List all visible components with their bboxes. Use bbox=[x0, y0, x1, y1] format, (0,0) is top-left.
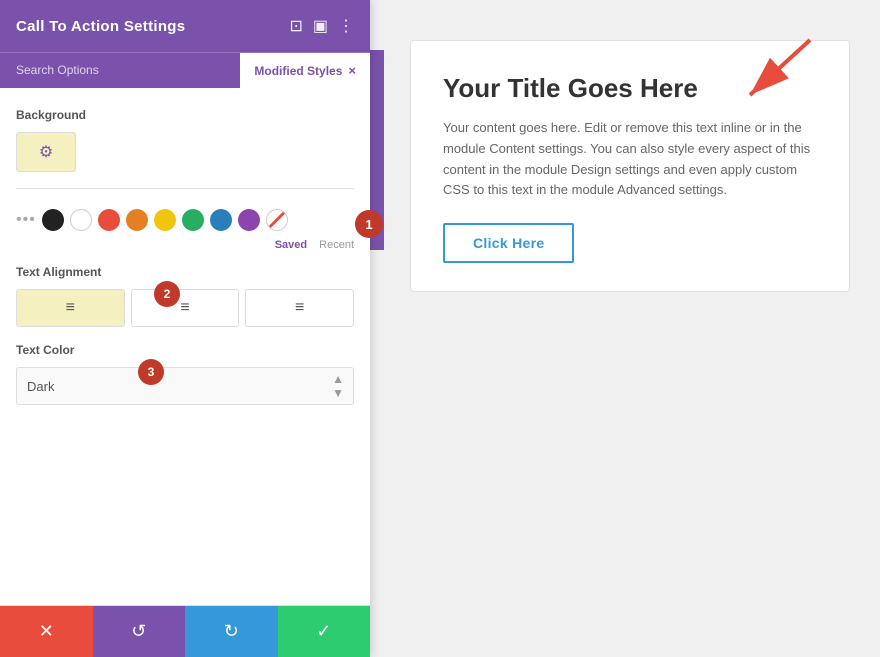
undo-button[interactable]: ↺ bbox=[93, 606, 186, 657]
color-swatch-blue[interactable] bbox=[210, 209, 232, 231]
recent-label[interactable]: Recent bbox=[319, 239, 354, 251]
panel-content: Background ⚙ ••• S bbox=[0, 88, 370, 605]
redo-button[interactable]: ↻ bbox=[185, 606, 278, 657]
tab-search-label: Search Options bbox=[16, 63, 99, 77]
saved-label[interactable]: Saved bbox=[275, 239, 307, 251]
preview-cta-button[interactable]: Click Here bbox=[443, 223, 574, 263]
cancel-button[interactable]: ✕ bbox=[0, 606, 93, 657]
action-bar: ✕ ↺ ↻ ✓ bbox=[0, 605, 370, 657]
header-icon-dots[interactable]: ⋮ bbox=[338, 16, 354, 36]
saved-recent-row: Saved Recent bbox=[16, 239, 354, 251]
bg-swatch-row: ⚙ bbox=[16, 132, 354, 172]
align-left-button[interactable]: ≡ bbox=[16, 289, 125, 327]
gear-icon: ⚙ bbox=[39, 142, 53, 162]
color-dots-row: ••• bbox=[16, 201, 354, 239]
text-color-select-wrap: Dark Light ▲▼ 3 bbox=[16, 367, 354, 405]
color-swatch-yellow[interactable] bbox=[154, 209, 176, 231]
color-swatch-orange[interactable] bbox=[126, 209, 148, 231]
tab-modified-close[interactable]: × bbox=[348, 63, 356, 78]
background-section: Background ⚙ bbox=[16, 108, 354, 172]
text-alignment-section: Text Alignment ≡ ≡ ≡ 2 bbox=[16, 265, 354, 327]
badge-1: 1 bbox=[355, 210, 383, 238]
panel-header-icons: ⊡ ▣ ⋮ bbox=[289, 16, 354, 36]
panel-title: Call To Action Settings bbox=[16, 18, 185, 35]
background-swatch[interactable]: ⚙ bbox=[16, 132, 76, 172]
text-color-section: Text Color Dark Light ▲▼ 3 bbox=[16, 343, 354, 405]
color-swatches-section: ••• Saved Recent bbox=[16, 201, 354, 251]
tab-search-options[interactable]: Search Options bbox=[0, 53, 240, 88]
color-swatch-white[interactable] bbox=[70, 209, 92, 231]
preview-area: Your Title Goes Here Your content goes h… bbox=[370, 0, 880, 657]
red-arrow-annotation bbox=[720, 30, 820, 115]
preview-body: Your content goes here. Edit or remove t… bbox=[443, 118, 817, 201]
tab-modified-label: Modified Styles bbox=[254, 64, 342, 78]
badge-3: 3 bbox=[138, 359, 164, 385]
align-center-button[interactable]: ≡ bbox=[131, 289, 240, 327]
panel-header: Call To Action Settings ⊡ ▣ ⋮ bbox=[0, 0, 370, 52]
text-color-select[interactable]: Dark Light bbox=[16, 367, 354, 405]
align-right-button[interactable]: ≡ bbox=[245, 289, 354, 327]
header-icon-1[interactable]: ⊡ bbox=[289, 16, 302, 36]
settings-panel: Call To Action Settings ⊡ ▣ ⋮ Search Opt… bbox=[0, 0, 370, 657]
text-alignment-label: Text Alignment bbox=[16, 265, 354, 279]
badge-2: 2 bbox=[154, 281, 180, 307]
header-icon-2[interactable]: ▣ bbox=[313, 16, 328, 36]
color-swatch-purple[interactable] bbox=[238, 209, 260, 231]
color-swatch-green[interactable] bbox=[182, 209, 204, 231]
alignment-buttons: ≡ ≡ ≡ 2 bbox=[16, 289, 354, 327]
red-arrow-icon bbox=[720, 30, 820, 110]
background-label: Background bbox=[16, 108, 354, 122]
tab-modified-styles[interactable]: Modified Styles × bbox=[240, 53, 370, 88]
save-button[interactable]: ✓ bbox=[278, 606, 371, 657]
text-color-label: Text Color bbox=[16, 343, 354, 357]
color-swatch-none[interactable] bbox=[266, 209, 288, 231]
color-swatch-red[interactable] bbox=[98, 209, 120, 231]
panel-tabs: Search Options Modified Styles × bbox=[0, 52, 370, 88]
color-swatch-black[interactable] bbox=[42, 209, 64, 231]
divider-1 bbox=[16, 188, 354, 189]
dots-ellipsis: ••• bbox=[16, 211, 36, 229]
